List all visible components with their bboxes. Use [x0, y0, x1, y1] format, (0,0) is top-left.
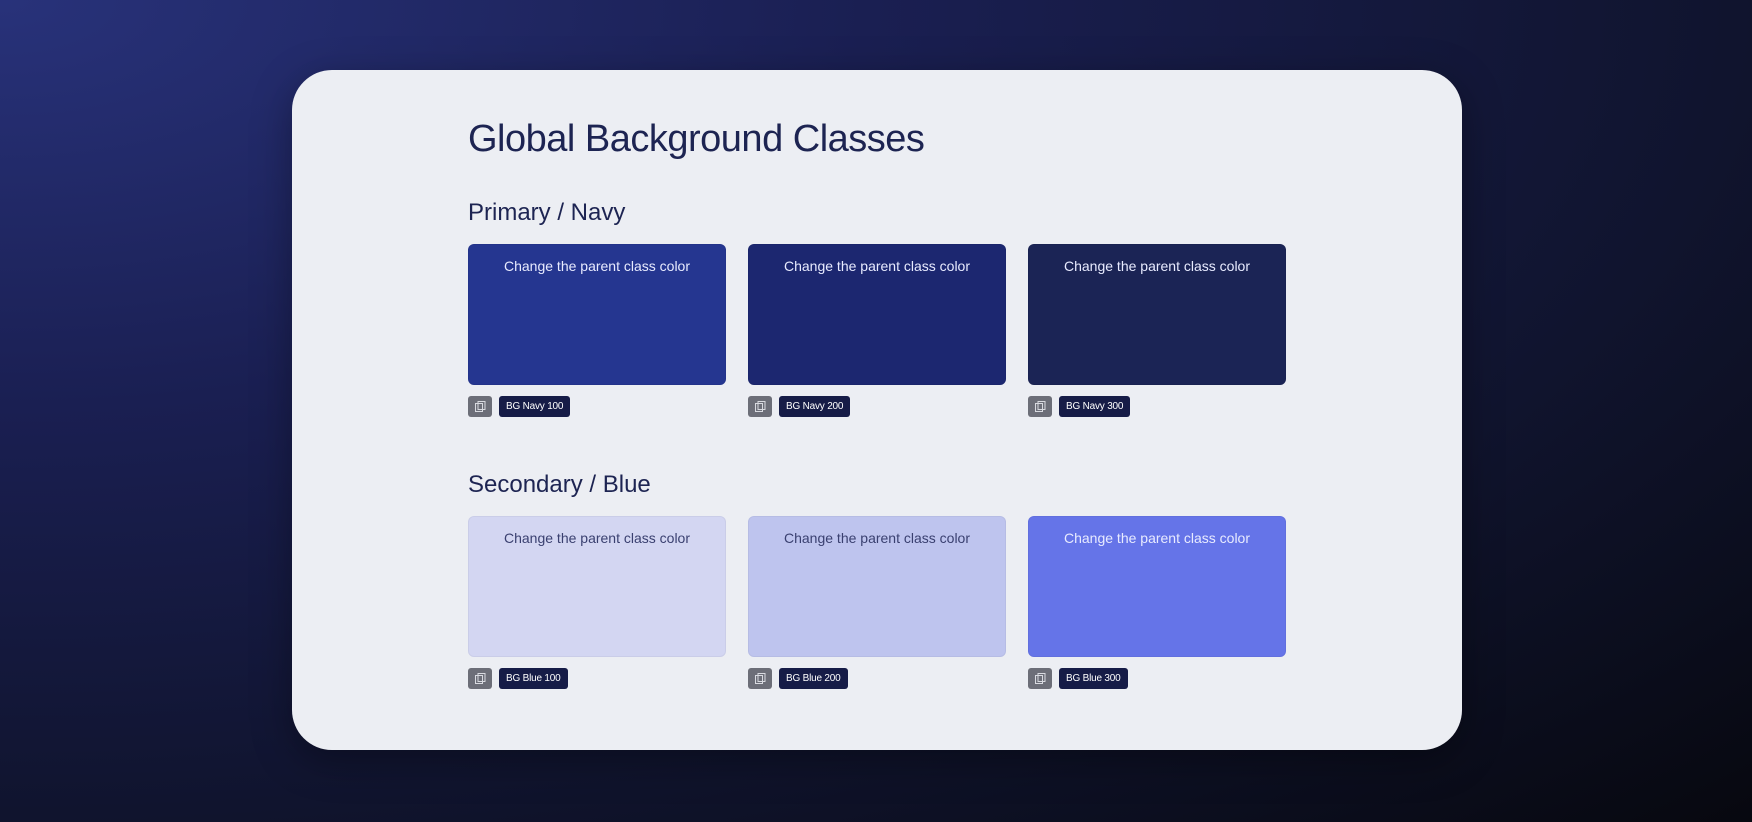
swatch-text: Change the parent class color [784, 258, 970, 274]
color-swatch[interactable]: Change the parent class color [1028, 244, 1286, 385]
class-name-tag: BG Blue 300 [1059, 668, 1128, 689]
card-content: Global Background Classes Primary / Navy… [468, 116, 1286, 689]
swatch-text: Change the parent class color [784, 530, 970, 546]
copy-icon[interactable] [748, 668, 772, 689]
color-swatch[interactable]: Change the parent class color [748, 516, 1006, 657]
copy-icon[interactable] [468, 396, 492, 417]
class-name-tag: BG Navy 100 [499, 396, 571, 417]
swatch-text: Change the parent class color [504, 258, 690, 274]
swatch-item-navy-300: Change the parent class color BG Navy 30… [1028, 244, 1286, 417]
color-swatch[interactable]: Change the parent class color [748, 244, 1006, 385]
swatch-item-navy-200: Change the parent class color BG Navy 20… [748, 244, 1006, 417]
section-primary-navy: Primary / Navy Change the parent class c… [468, 198, 1286, 417]
swatch-text: Change the parent class color [1064, 258, 1250, 274]
copy-icon[interactable] [748, 396, 772, 417]
swatch-item-blue-200: Change the parent class color BG Blue 20… [748, 516, 1006, 689]
swatch-row: Change the parent class color BG Blue 10… [468, 516, 1286, 689]
tag-row: BG Navy 300 [1028, 396, 1286, 417]
color-swatch[interactable]: Change the parent class color [468, 516, 726, 657]
copy-icon[interactable] [1028, 668, 1052, 689]
copy-icon[interactable] [1028, 396, 1052, 417]
swatch-row: Change the parent class color BG Navy 10… [468, 244, 1286, 417]
swatch-text: Change the parent class color [504, 530, 690, 546]
class-name-tag: BG Blue 200 [779, 668, 848, 689]
section-heading: Secondary / Blue [468, 471, 651, 498]
class-name-tag: BG Navy 300 [1059, 396, 1131, 417]
tag-row: BG Blue 200 [748, 668, 1006, 689]
tag-row: BG Navy 100 [468, 396, 726, 417]
class-name-tag: BG Navy 200 [779, 396, 851, 417]
color-swatch[interactable]: Change the parent class color [468, 244, 726, 385]
tag-row: BG Navy 200 [748, 396, 1006, 417]
section-secondary-blue: Secondary / Blue Change the parent class… [468, 470, 1286, 689]
page-title: Global Background Classes [468, 118, 925, 160]
class-name-tag: BG Blue 100 [499, 668, 568, 689]
swatch-item-navy-100: Change the parent class color BG Navy 10… [468, 244, 726, 417]
tag-row: BG Blue 300 [1028, 668, 1286, 689]
tag-row: BG Blue 100 [468, 668, 726, 689]
swatch-text: Change the parent class color [1064, 530, 1250, 546]
section-heading: Primary / Navy [468, 199, 626, 226]
component-card: Global Background Classes Primary / Navy… [292, 70, 1462, 750]
swatch-item-blue-100: Change the parent class color BG Blue 10… [468, 516, 726, 689]
color-swatch[interactable]: Change the parent class color [1028, 516, 1286, 657]
swatch-item-blue-300: Change the parent class color BG Blue 30… [1028, 516, 1286, 689]
copy-icon[interactable] [468, 668, 492, 689]
